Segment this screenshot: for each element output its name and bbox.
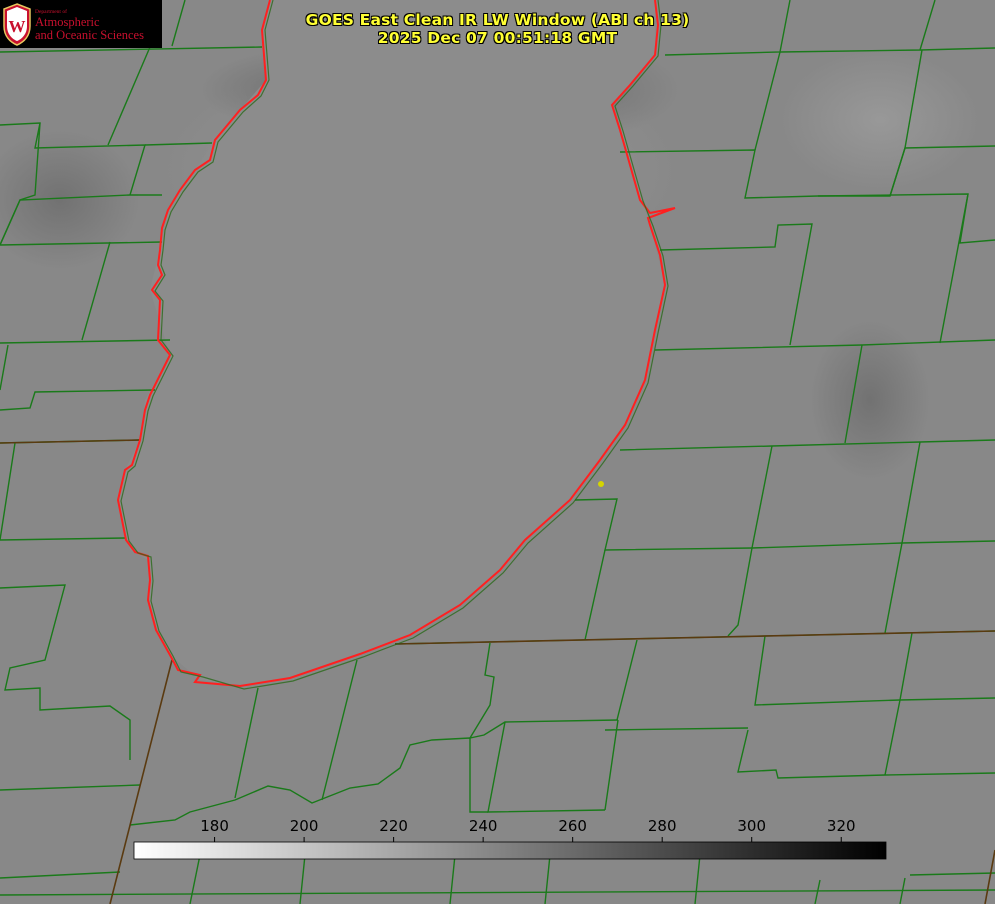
colorbar-tick-label: 180 xyxy=(200,817,229,835)
colorbar-tick-label: 320 xyxy=(827,817,856,835)
satellite-image: GOES East Clean IR LW Window (ABI ch 13)… xyxy=(0,0,995,904)
colorbar-ticks: 180 200 220 240 260 280 300 320 xyxy=(200,817,856,842)
colorbar-tick-label: 280 xyxy=(648,817,677,835)
colorbar-tick-label: 200 xyxy=(290,817,319,835)
colorbar: 180 200 220 240 260 280 300 320 xyxy=(133,817,887,860)
colorbar-tick-label: 300 xyxy=(737,817,766,835)
colorbar-tick-label: 260 xyxy=(558,817,587,835)
colorbar-tick-label: 220 xyxy=(379,817,408,835)
colorbar-tick-label: 240 xyxy=(469,817,498,835)
colorbar-gradient xyxy=(133,841,887,860)
